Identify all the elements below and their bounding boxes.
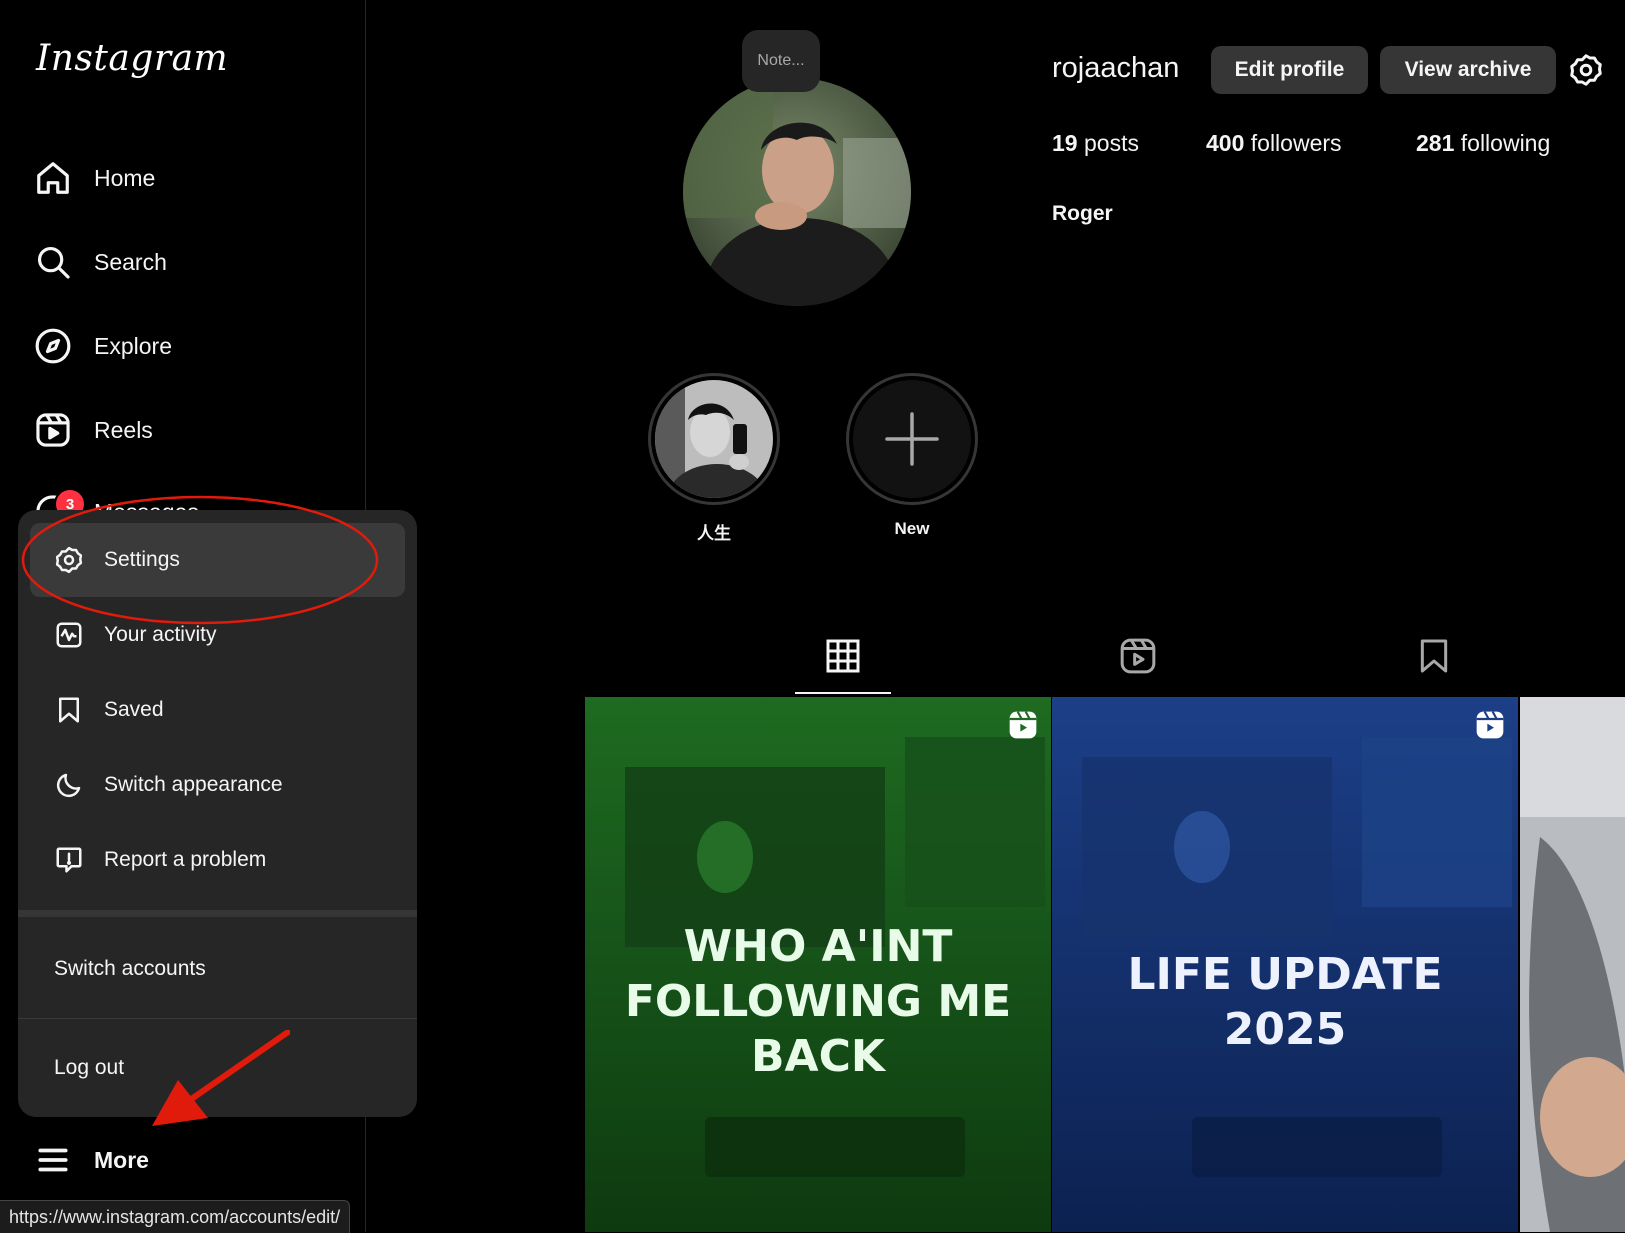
nav-item-reels[interactable]: Reels [34,404,153,456]
highlight-ring[interactable] [648,373,780,505]
log-out-button[interactable]: Log out [54,1056,124,1080]
following-label: following [1460,130,1551,156]
moon-icon [54,770,84,800]
browser-status-url: https://www.instagram.com/accounts/edit/ [0,1200,351,1233]
menu-item-label: Report a problem [104,848,267,871]
menu-item-label: Saved [104,698,164,721]
followers-label: followers [1250,130,1342,156]
menu-divider [18,1018,417,1019]
highlight-item[interactable]: 人生 [648,373,780,544]
reel-badge-icon [1474,709,1506,741]
nav-item-home[interactable]: Home [34,152,155,204]
annotation-ellipse [21,495,379,625]
tab-saved[interactable] [1414,636,1454,676]
nav-label: Reels [94,416,153,443]
menu-divider [18,910,417,917]
nav-label: Explore [94,332,172,359]
nav-item-search[interactable]: Search [34,236,167,288]
tab-reels[interactable] [1118,636,1158,676]
search-icon [34,243,72,281]
annotation-arrow [152,1030,290,1126]
menu-item-label: Switch appearance [104,773,283,796]
posts-label: posts [1083,130,1139,156]
nav-label: Home [94,164,156,191]
profile-avatar[interactable] [683,78,911,306]
menu-item-saved[interactable]: Saved [30,673,405,747]
reels-icon [34,411,72,449]
post-overlay-text: LIFE UPDATE 2025 [1127,949,1443,1055]
menu-item-report-problem[interactable]: Report a problem [30,823,405,897]
following-stat[interactable]: 281 following [1416,130,1550,157]
highlight-ring[interactable] [846,373,978,505]
active-tab-indicator [795,692,891,694]
plus-icon [853,380,971,498]
report-icon [54,845,84,875]
nav-label: Search [94,248,167,275]
bookmark-icon [54,695,84,725]
view-archive-button[interactable]: View archive [1380,46,1556,94]
post-tile[interactable]: LIFE UPDATE 2025 [1052,697,1518,1232]
followers-stat[interactable]: 400 followers [1206,130,1342,157]
edit-profile-button[interactable]: Edit profile [1211,46,1368,94]
new-highlight-item[interactable]: New [846,373,978,539]
highlight-label: 人生 [697,524,731,543]
nav-item-explore[interactable]: Explore [34,320,172,372]
settings-gear-icon[interactable] [1568,52,1604,88]
tab-posts-grid[interactable] [823,636,863,676]
switch-accounts-button[interactable]: Switch accounts [54,957,206,981]
highlight-label: New [894,519,930,538]
menu-item-switch-appearance[interactable]: Switch appearance [30,748,405,822]
profile-full-name: Roger [1052,202,1113,225]
hamburger-icon [34,1141,72,1179]
instagram-logo[interactable]: Instagram [36,38,228,79]
post-tile[interactable]: WHO A'INT FOLLOWING ME BACK [585,697,1051,1232]
compass-icon [34,327,72,365]
profile-username: rojaachan [1052,52,1180,84]
nav-label: More [94,1146,149,1173]
followers-count: 400 [1206,130,1245,156]
reel-badge-icon [1007,709,1039,741]
highlight-cover [655,380,773,498]
following-count: 281 [1416,130,1455,156]
nav-item-more[interactable]: More [34,1134,149,1186]
post-tile[interactable] [1520,697,1625,1232]
posts-count: 19 [1052,130,1078,156]
posts-stat: 19 posts [1052,130,1139,157]
post-overlay-text: WHO A'INT FOLLOWING ME BACK [624,921,1012,1082]
home-icon [34,159,72,197]
note-bubble[interactable]: Note... [742,30,820,92]
